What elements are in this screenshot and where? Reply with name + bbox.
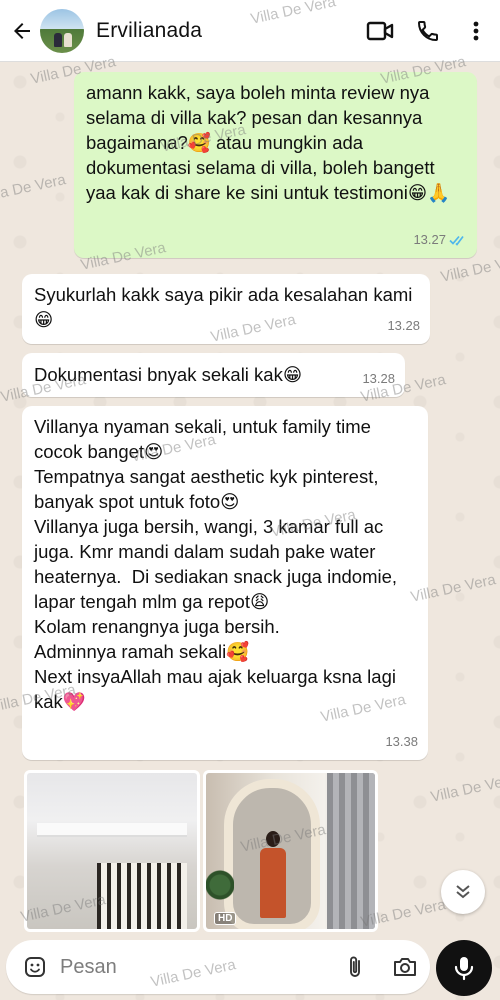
header-actions: [356, 0, 500, 62]
double-check-icon: [449, 235, 464, 246]
phone-icon: [417, 20, 438, 41]
back-arrow-icon: [14, 22, 30, 39]
message-meta: 13.38: [385, 729, 418, 754]
attach-button[interactable]: [330, 940, 380, 994]
mic-icon: [454, 957, 474, 981]
composer: [6, 940, 430, 994]
back-button[interactable]: [4, 0, 40, 62]
attach-icon: [350, 956, 360, 977]
message-text: Villanya nyaman sekali, untuk family tim…: [34, 416, 398, 712]
more-options-button[interactable]: [452, 0, 500, 62]
scroll-to-bottom-button[interactable]: [441, 870, 485, 914]
video-call-button[interactable]: [356, 0, 404, 62]
outgoing-message[interactable]: amann kakk, saya boleh minta review nya …: [74, 72, 477, 258]
voice-call-button[interactable]: [404, 0, 452, 62]
camera-icon: [394, 958, 416, 976]
incoming-message[interactable]: Dokumentasi bnyak sekali kak😁 13.28: [22, 353, 405, 397]
message-meta: 13.28: [387, 313, 420, 338]
media-image[interactable]: [24, 770, 200, 932]
message-time: 13.38: [385, 734, 418, 749]
video-call-icon: [366, 21, 394, 40]
contact-name[interactable]: Ervilianada: [96, 19, 356, 43]
chat-header: Ervilianada: [0, 0, 500, 62]
message-input[interactable]: [60, 947, 330, 987]
more-vert-icon: [473, 21, 479, 40]
avatar[interactable]: [40, 8, 84, 53]
message-time: 13.28: [387, 318, 420, 333]
message-meta: 13.28: [362, 366, 395, 391]
message-text: Dokumentasi bnyak sekali kak😁: [34, 364, 303, 385]
voice-record-button[interactable]: [436, 940, 492, 996]
media-image[interactable]: HD: [203, 770, 378, 932]
chevron-double-down-icon: [456, 885, 470, 899]
emoji-button[interactable]: [10, 940, 60, 994]
incoming-message[interactable]: Syukurlah kakk saya pikir ada kesalahan …: [22, 274, 430, 344]
message-text: Syukurlah kakk saya pikir ada kesalahan …: [34, 284, 413, 330]
message-time: 13.28: [362, 371, 395, 386]
emoji-icon: [25, 957, 45, 977]
incoming-message[interactable]: Villanya nyaman sekali, untuk family tim…: [22, 406, 428, 760]
hd-badge: HD: [214, 912, 237, 925]
message-time: 13.27: [413, 232, 446, 247]
message-text: amann kakk, saya boleh minta review nya …: [86, 82, 451, 203]
camera-button[interactable]: [380, 940, 430, 994]
message-meta: 13.27: [413, 227, 467, 252]
